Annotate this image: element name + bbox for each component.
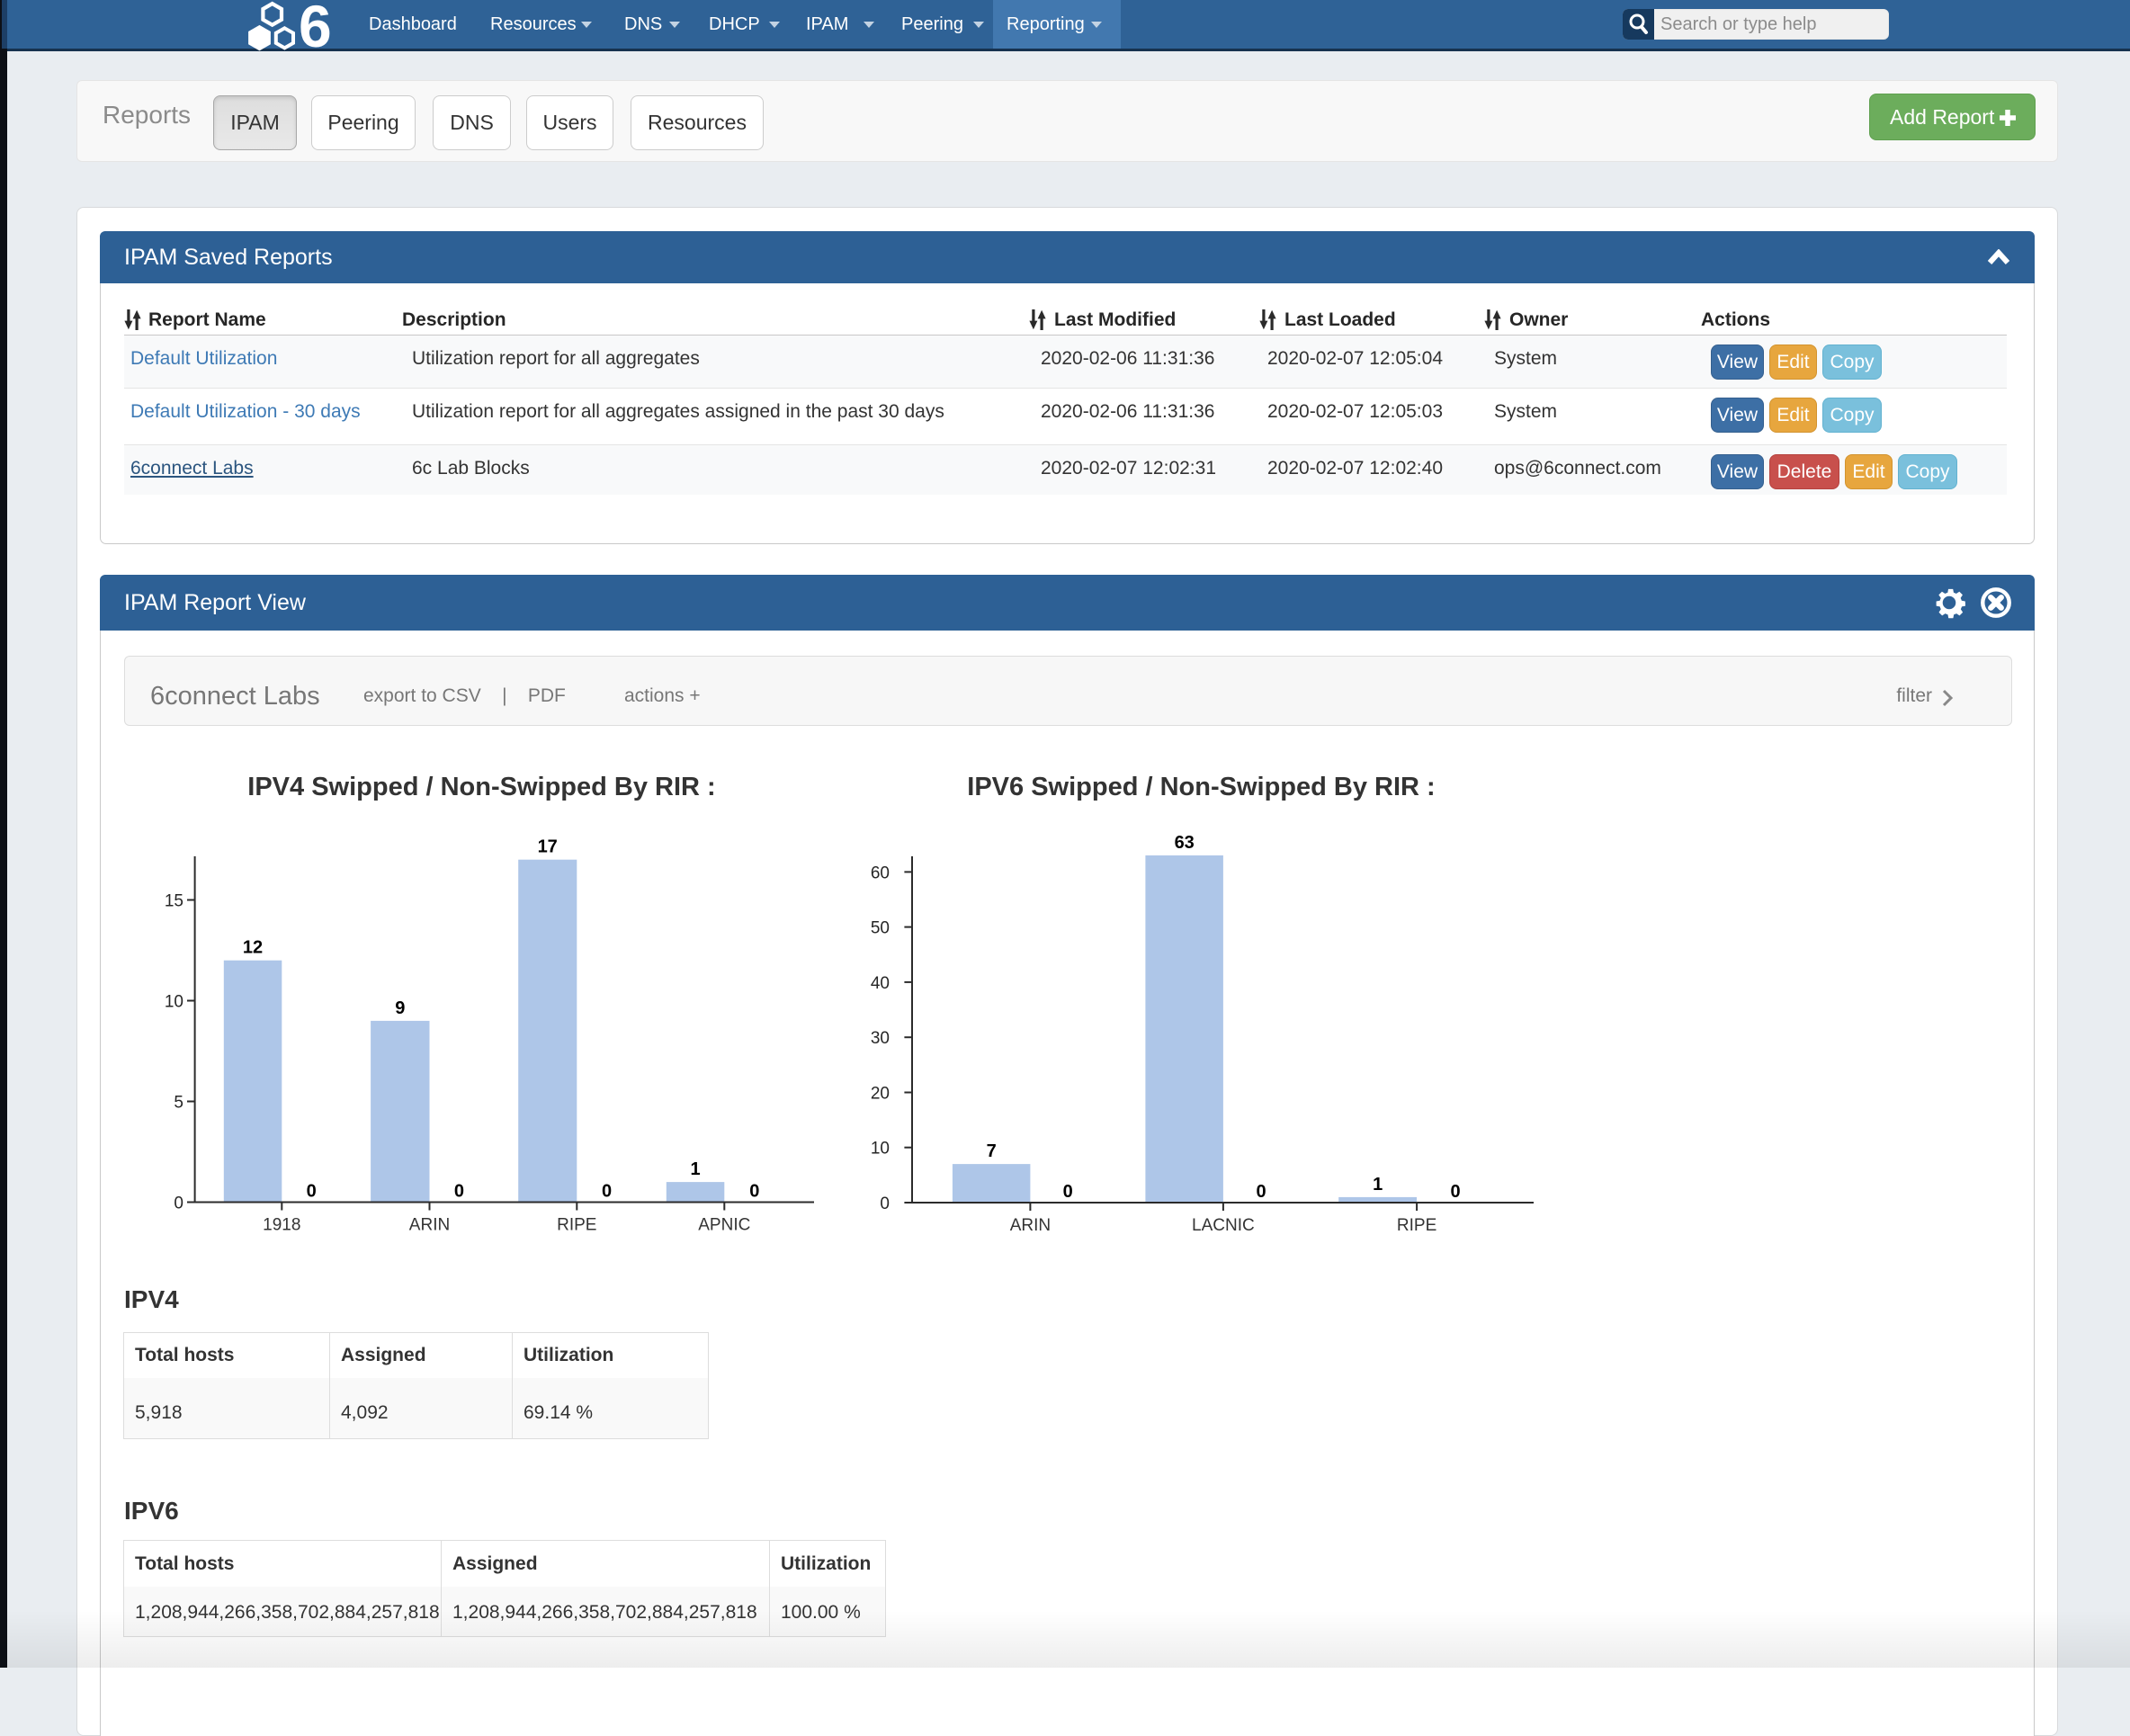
svg-text:ARIN: ARIN	[409, 1216, 450, 1235]
svg-text:0: 0	[454, 1182, 464, 1202]
svg-text:1: 1	[1373, 1175, 1383, 1195]
svg-text:0: 0	[307, 1182, 317, 1202]
svg-text:1: 1	[690, 1159, 700, 1179]
svg-text:0: 0	[1257, 1182, 1266, 1202]
svg-text:APNIC: APNIC	[698, 1216, 750, 1235]
svg-text:17: 17	[538, 837, 558, 857]
svg-text:15: 15	[165, 892, 183, 911]
svg-text:10: 10	[871, 1140, 890, 1159]
svg-text:0: 0	[174, 1195, 183, 1213]
svg-text:1918: 1918	[263, 1216, 300, 1235]
svg-text:IPV6 Swipped / Non-Swipped By: IPV6 Swipped / Non-Swipped By RIR :	[967, 773, 1435, 801]
svg-text:RIPE: RIPE	[557, 1216, 596, 1235]
svg-text:0: 0	[749, 1182, 759, 1202]
svg-text:ARIN: ARIN	[1010, 1216, 1051, 1235]
svg-text:63: 63	[1175, 833, 1195, 853]
svg-text:0: 0	[1063, 1182, 1073, 1202]
svg-text:0: 0	[602, 1182, 612, 1202]
svg-text:0: 0	[1450, 1182, 1460, 1202]
svg-text:20: 20	[871, 1085, 890, 1104]
svg-text:40: 40	[871, 974, 890, 993]
svg-text:60: 60	[871, 864, 890, 882]
svg-text:10: 10	[165, 993, 183, 1012]
svg-text:9: 9	[395, 998, 405, 1018]
svg-text:5: 5	[174, 1094, 183, 1113]
svg-text:30: 30	[871, 1029, 890, 1048]
svg-text:12: 12	[243, 938, 263, 958]
svg-text:50: 50	[871, 919, 890, 938]
svg-text:RIPE: RIPE	[1397, 1216, 1436, 1235]
svg-text:0: 0	[880, 1195, 890, 1213]
svg-text:LACNIC: LACNIC	[1192, 1216, 1255, 1235]
svg-text:IPV4 Swipped / Non-Swipped By: IPV4 Swipped / Non-Swipped By RIR :	[247, 773, 715, 801]
svg-text:7: 7	[987, 1141, 997, 1161]
